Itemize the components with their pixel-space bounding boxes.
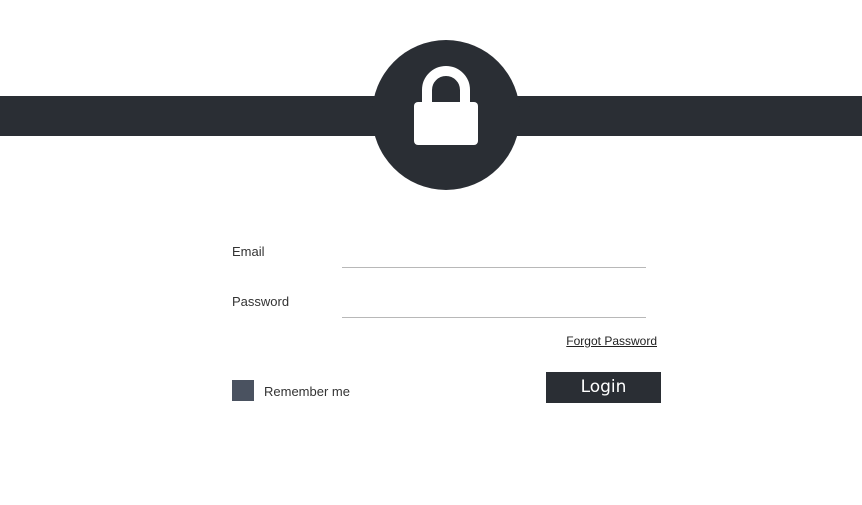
email-field[interactable] (342, 242, 646, 268)
password-field[interactable] (342, 292, 646, 318)
remember-me-label: Remember me (264, 384, 350, 399)
remember-me-checkbox[interactable] (232, 380, 254, 401)
login-page: Email Password Forgot Password Remember … (0, 0, 862, 505)
password-label: Password (232, 294, 290, 309)
lock-badge (372, 40, 520, 190)
forgot-password-link[interactable]: Forgot Password (566, 334, 657, 348)
lock-icon (414, 66, 478, 145)
login-button[interactable]: Login (546, 372, 661, 403)
email-label: Email (232, 244, 265, 259)
